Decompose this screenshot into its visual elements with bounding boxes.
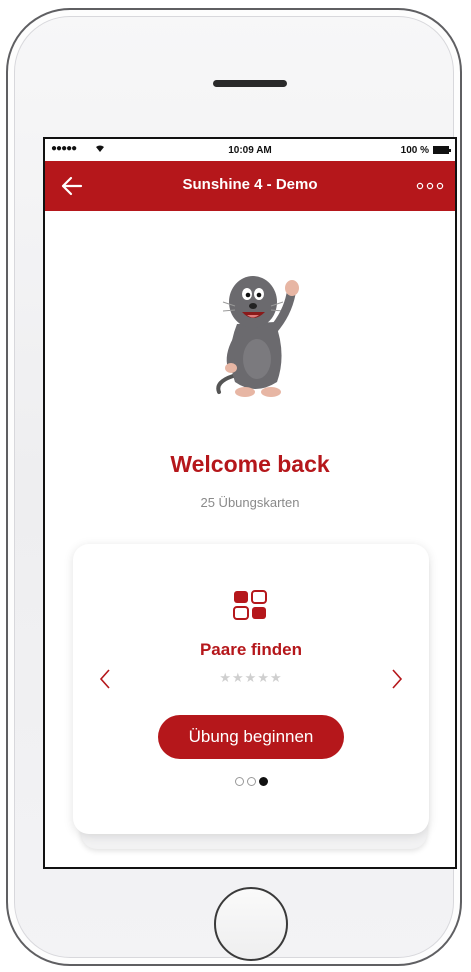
speaker-grill	[213, 80, 287, 87]
chevron-left-icon	[99, 669, 110, 689]
mole-mascot-illustration	[216, 276, 299, 397]
nav-title: Sunshine 4 - Demo	[182, 176, 318, 193]
card-count-label: 25 Übungskarten	[200, 495, 300, 510]
chevron-right-icon	[392, 669, 403, 689]
exercise-card: Paare finden ★★★★★ Übung beginnen	[73, 544, 429, 834]
battery-percent: 100 %	[400, 145, 429, 156]
start-exercise-button[interactable]: Übung beginnen	[158, 715, 344, 759]
exercise-title: Paare finden	[199, 640, 303, 659]
rating-stars: ★★★★★	[219, 670, 283, 685]
nav-bar: Sunshine 4 - Demo	[45, 161, 455, 211]
pagination-dots	[73, 777, 429, 786]
page-dot-2[interactable]	[246, 777, 256, 786]
memory-cards-icon	[233, 590, 267, 620]
home-button[interactable]	[214, 887, 288, 961]
welcome-heading: Welcome back	[170, 451, 330, 477]
next-button[interactable]	[385, 664, 409, 694]
battery-icon	[433, 146, 451, 154]
status-time: 10:09 AM	[228, 145, 272, 156]
status-bar: ●●●●● 10:09 AM 100 %	[45, 139, 455, 161]
more-dots-icon	[416, 182, 444, 190]
previous-button[interactable]	[93, 664, 117, 694]
app-screen: ●●●●● 10:09 AM 100 % Sunshine 4 - Demo W…	[43, 137, 457, 869]
more-button[interactable]	[415, 175, 445, 197]
phone-frame: ●●●●● 10:09 AM 100 % Sunshine 4 - Demo W…	[6, 8, 462, 966]
page-dot-3[interactable]	[258, 777, 268, 786]
page-dot-1[interactable]	[234, 777, 244, 786]
